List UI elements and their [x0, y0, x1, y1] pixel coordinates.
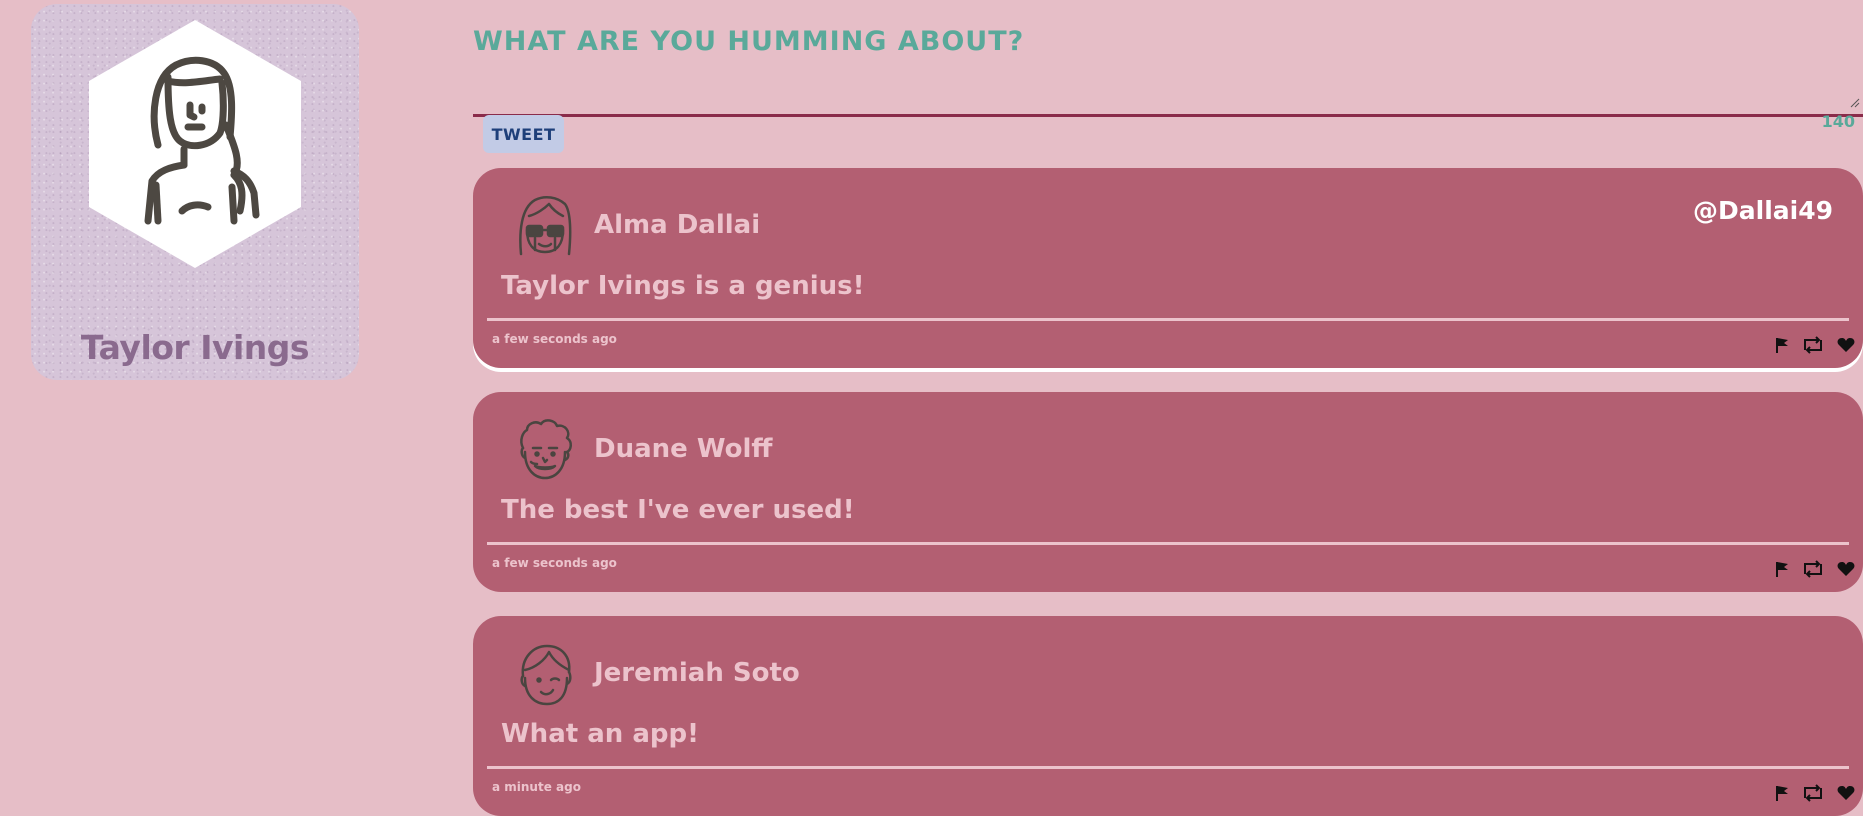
flag-icon[interactable]	[1775, 336, 1789, 354]
tweet-actions	[1775, 560, 1855, 578]
heart-icon[interactable]	[1837, 337, 1855, 353]
char-counter: 140	[1821, 112, 1855, 131]
tweet-divider	[487, 542, 1849, 545]
compose-title: What are you humming about?	[473, 26, 1025, 57]
tweet-author[interactable]: Duane Wolff	[594, 434, 772, 464]
tweet-divider	[487, 318, 1849, 321]
heart-icon[interactable]	[1837, 561, 1855, 577]
tweet-text: What an app!	[501, 719, 699, 749]
tweet-timestamp: a few seconds ago	[492, 332, 617, 346]
woman-sunglasses-avatar-icon	[519, 195, 572, 256]
tweet-card: Duane Wolff The best I've ever used! a f…	[473, 392, 1863, 592]
heart-icon[interactable]	[1837, 785, 1855, 801]
tweet-text: Taylor Ivings is a genius!	[501, 271, 865, 301]
tweet-card: Jeremiah Soto What an app! a minute ago	[473, 616, 1863, 816]
profile-card: Taylor Ivings	[31, 4, 359, 380]
retweet-icon[interactable]	[1801, 560, 1825, 578]
profile-avatar	[89, 20, 301, 268]
man-winking-avatar-icon	[520, 644, 572, 706]
flag-icon[interactable]	[1775, 784, 1789, 802]
profile-name: Taylor Ivings	[80, 328, 310, 367]
resize-handle-icon[interactable]	[1850, 98, 1860, 108]
tweet-timestamp: a few seconds ago	[492, 556, 617, 570]
tweet-actions	[1775, 784, 1855, 802]
tweet-card: Alma Dallai @Dallai49 Taylor Ivings is a…	[473, 168, 1863, 368]
tweet-handle[interactable]: @Dallai49	[1693, 196, 1833, 225]
tweet-divider	[487, 766, 1849, 769]
man-curly-hair-avatar-icon	[520, 419, 572, 480]
retweet-icon[interactable]	[1801, 336, 1825, 354]
tweet-author[interactable]: Alma Dallai	[594, 210, 760, 240]
tweet-author[interactable]: Jeremiah Soto	[594, 658, 800, 688]
tweet-button[interactable]: Tweet	[483, 115, 564, 153]
tweet-text: The best I've ever used!	[501, 495, 855, 525]
flag-icon[interactable]	[1775, 560, 1789, 578]
compose-input[interactable]	[473, 60, 1863, 117]
tweet-timestamp: a minute ago	[492, 780, 581, 794]
tweet-actions	[1775, 336, 1855, 354]
retweet-icon[interactable]	[1801, 784, 1825, 802]
